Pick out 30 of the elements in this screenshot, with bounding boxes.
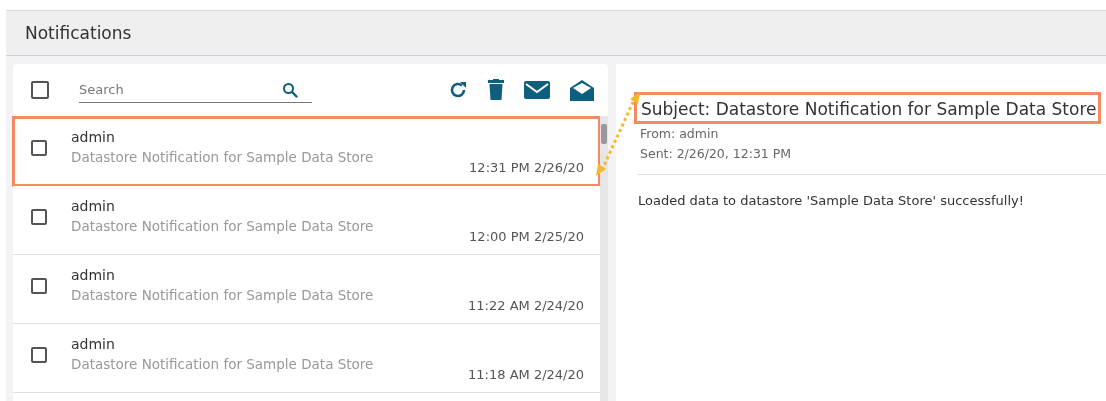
checkbox[interactable]: [31, 140, 47, 156]
scrollbar[interactable]: [600, 116, 608, 401]
open-envelope-icon[interactable]: [570, 79, 594, 101]
envelope-icon[interactable]: [524, 80, 550, 100]
message-subject: Datastore Notification for Sample Data Store: [71, 356, 375, 372]
message-subject-heading: Subject: Datastore Notification for Sample Data Store: [634, 92, 1102, 124]
sender-line: From: admin: [640, 125, 720, 143]
sender-name: admin: [71, 129, 116, 145]
checkbox[interactable]: [31, 278, 47, 294]
page-title: Notifications: [25, 23, 132, 43]
checkbox[interactable]: [31, 209, 47, 225]
search-field[interactable]: Search: [79, 77, 312, 103]
message-time: 12:00 PM 2/25/20: [469, 229, 584, 244]
sender-name: admin: [71, 198, 116, 214]
message-subject: Datastore Notification for Sample Data Store: [71, 218, 375, 234]
message-time: 12:31 PM 2/26/20: [469, 160, 584, 175]
message-body: Loaded data to datastore 'Sample Data Store' successfully!: [638, 193, 1025, 208]
sent-date: Sent: 2/26/20, 12:31 PM: [640, 145, 793, 163]
checkbox[interactable]: [31, 81, 49, 99]
search-icon[interactable]: [282, 82, 298, 98]
message-subject: Datastore Notification for Sample Data Store: [71, 149, 375, 165]
checkbox[interactable]: [31, 347, 47, 363]
message-time: 11:18 AM 2/24/20: [468, 367, 584, 382]
refresh-icon[interactable]: [448, 80, 468, 100]
sender-name: admin: [71, 267, 116, 283]
trash-icon[interactable]: [488, 79, 504, 101]
sender-name: admin: [71, 336, 116, 352]
message-time: 11:22 AM 2/24/20: [468, 298, 584, 313]
message-subject: Datastore Notification for Sample Data Store: [71, 287, 375, 303]
message-row[interactable]: admin Datastore Notification for Sample Data Store 12:31 PM 2/26/20: [13, 117, 600, 186]
